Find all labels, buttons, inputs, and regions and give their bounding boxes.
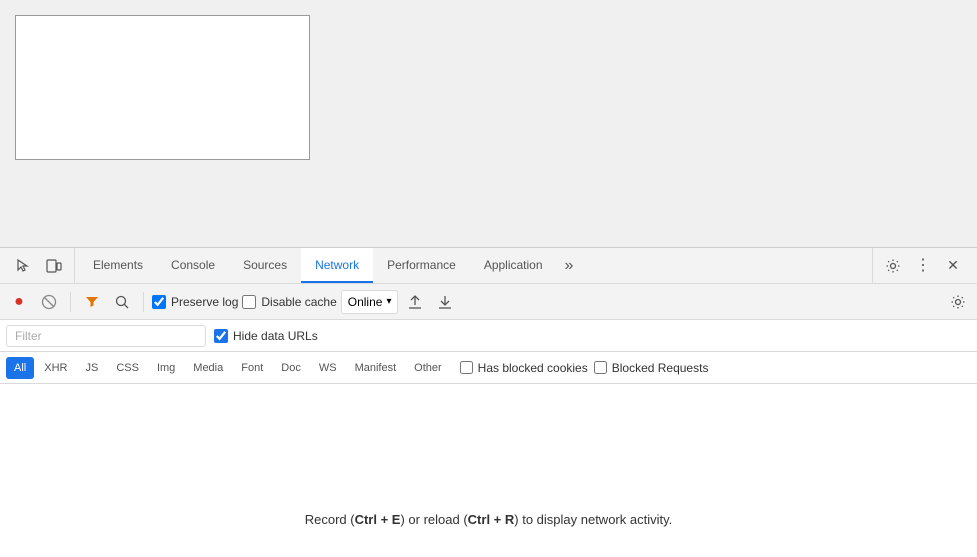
filter-type-img[interactable]: Img (149, 357, 183, 379)
hide-data-urls-text: Hide data URLs (233, 329, 318, 343)
upload-icon (407, 294, 423, 310)
vertical-dots-icon: ⋮ (915, 258, 931, 274)
filter-type-other[interactable]: Other (406, 357, 450, 379)
network-settings-button[interactable] (945, 289, 971, 315)
empty-text-middle: ) or reload ( (400, 512, 467, 527)
disable-cache-text: Disable cache (261, 295, 336, 309)
tab-sources[interactable]: Sources (229, 248, 301, 283)
devtools-tab-bar: Elements Console Sources Network Perform… (0, 248, 977, 284)
devtools-panel: Elements Console Sources Network Perform… (0, 247, 977, 557)
clear-button[interactable] (36, 289, 62, 315)
has-blocked-cookies-label[interactable]: Has blocked cookies (460, 361, 588, 375)
chevron-down-icon: ▾ (386, 296, 391, 307)
tab-performance[interactable]: Performance (373, 248, 470, 283)
tab-application[interactable]: Application (470, 248, 557, 283)
filter-type-css[interactable]: CSS (108, 357, 147, 379)
tab-more-button[interactable]: » (557, 248, 582, 283)
preserve-log-checkbox[interactable] (152, 295, 166, 309)
has-blocked-cookies-text: Has blocked cookies (478, 361, 588, 375)
filter-row: Hide data URLs (0, 320, 977, 352)
filter-input[interactable] (6, 325, 206, 347)
tab-console[interactable]: Console (157, 248, 229, 283)
settings-icon (885, 258, 901, 274)
throttle-select[interactable]: Online ▾ (341, 290, 399, 314)
filter-type-manifest[interactable]: Manifest (347, 357, 405, 379)
filter-type-ws[interactable]: WS (311, 357, 345, 379)
export-button[interactable] (432, 289, 458, 315)
online-label: Online (348, 295, 383, 309)
network-toolbar: ● Preserve log (0, 284, 977, 320)
shortcut-record: Ctrl + E (355, 512, 401, 527)
blocked-requests-label[interactable]: Blocked Requests (594, 361, 709, 375)
download-icon (437, 294, 453, 310)
devtools-tab-actions: ⋮ ✕ (872, 248, 973, 283)
search-button[interactable] (109, 289, 135, 315)
network-settings-icon (950, 294, 966, 310)
device-toolbar-button[interactable] (40, 252, 68, 280)
browser-content-area (0, 0, 977, 247)
empty-text-after: ) to display network activity. (514, 512, 672, 527)
preserve-log-label[interactable]: Preserve log (152, 295, 238, 309)
shortcut-reload: Ctrl + R (468, 512, 515, 527)
content-placeholder (15, 15, 310, 160)
device-toolbar-icon (46, 258, 62, 274)
filter-button[interactable] (79, 289, 105, 315)
search-icon (115, 295, 129, 309)
filter-types-row: All XHR JS CSS Img Media Font Doc WS Man… (0, 352, 977, 384)
hide-data-urls-label[interactable]: Hide data URLs (214, 329, 318, 343)
devtools-close-button[interactable]: ✕ (939, 252, 967, 280)
filter-type-js[interactable]: JS (77, 357, 106, 379)
devtools-tabs-list: Elements Console Sources Network Perform… (79, 248, 872, 283)
network-empty-message: Record (Ctrl + E) or reload (Ctrl + R) t… (305, 512, 673, 527)
filter-type-font[interactable]: Font (233, 357, 271, 379)
tab-elements[interactable]: Elements (79, 248, 157, 283)
toolbar-separator-1 (70, 292, 71, 312)
blocked-requests-text: Blocked Requests (612, 361, 709, 375)
empty-text-before: Record ( (305, 512, 355, 527)
filter-type-media[interactable]: Media (185, 357, 231, 379)
disable-cache-label[interactable]: Disable cache (242, 295, 336, 309)
network-empty-state: Record (Ctrl + E) or reload (Ctrl + R) t… (0, 384, 977, 557)
record-icon: ● (14, 293, 24, 311)
clear-icon (41, 294, 57, 310)
disable-cache-checkbox[interactable] (242, 295, 256, 309)
blocked-requests-checkbox[interactable] (594, 361, 607, 374)
toolbar-separator-2 (143, 292, 144, 312)
devtools-tab-icons (4, 248, 75, 283)
hide-data-urls-checkbox[interactable] (214, 329, 228, 343)
inspect-icon (16, 258, 32, 274)
filter-funnel-icon (85, 295, 99, 309)
filter-type-doc[interactable]: Doc (273, 357, 309, 379)
close-icon: ✕ (947, 257, 959, 274)
filter-type-all[interactable]: All (6, 357, 34, 379)
has-blocked-cookies-checkbox[interactable] (460, 361, 473, 374)
devtools-menu-button[interactable]: ⋮ (909, 252, 937, 280)
inspect-element-button[interactable] (10, 252, 38, 280)
import-button[interactable] (402, 289, 428, 315)
tab-network[interactable]: Network (301, 248, 373, 283)
devtools-settings-button[interactable] (879, 252, 907, 280)
preserve-log-text: Preserve log (171, 295, 238, 309)
record-button[interactable]: ● (6, 289, 32, 315)
filter-type-xhr[interactable]: XHR (36, 357, 75, 379)
